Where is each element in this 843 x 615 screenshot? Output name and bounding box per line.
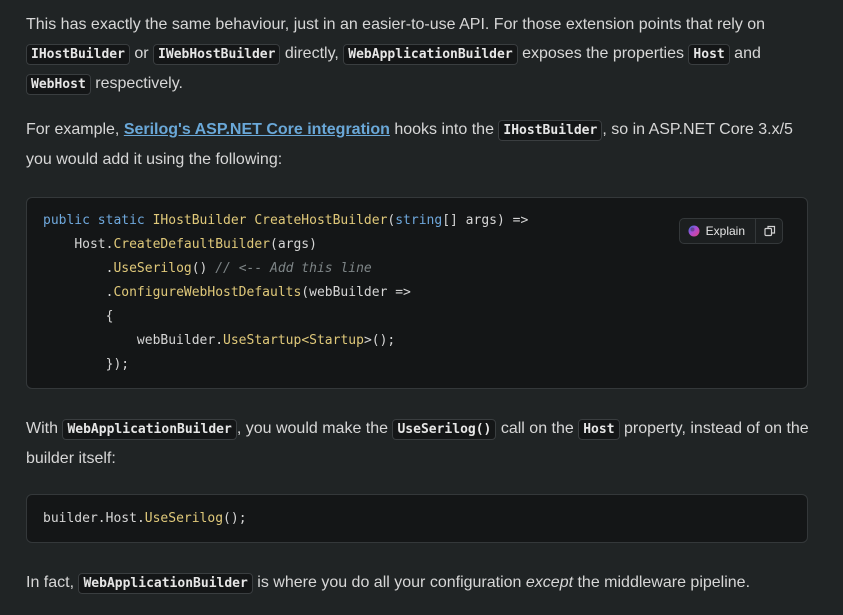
code-token: UseSerilog bbox=[113, 261, 192, 276]
code-content[interactable]: builder.Host.UseSerilog(); bbox=[43, 507, 247, 531]
code-block-host-builder[interactable]: public static IHostBuilder CreateHostBui… bbox=[26, 197, 808, 389]
code-token: webBuilder bbox=[136, 333, 216, 348]
code-token: (webBuilder => bbox=[301, 285, 411, 300]
inline-code-ihostbuilder: IHostBuilder bbox=[498, 120, 603, 141]
text: hooks into the bbox=[389, 121, 499, 138]
text: respectively. bbox=[90, 75, 183, 92]
text: This has exactly the same behaviour, jus… bbox=[26, 16, 766, 33]
inline-code-webhost: WebHost bbox=[26, 74, 91, 95]
paragraph-3: With WebApplicationBuilder, you would ma… bbox=[26, 414, 816, 473]
inline-code-webapplicationbuilder: WebApplicationBuilder bbox=[343, 44, 518, 65]
code-token: CreateDefaultBuilder bbox=[113, 237, 270, 252]
text: and bbox=[729, 45, 761, 62]
code-token: }); bbox=[105, 357, 130, 372]
code-token: { bbox=[105, 309, 114, 324]
text: is where you do all your configuration bbox=[252, 574, 526, 591]
code-token: () bbox=[191, 261, 216, 276]
code-token: string bbox=[395, 213, 443, 228]
text: , you would make the bbox=[236, 420, 393, 437]
code-token: . bbox=[215, 333, 224, 348]
code-token: Host bbox=[105, 511, 137, 526]
text: exposes the properties bbox=[517, 45, 689, 62]
text: In fact, bbox=[26, 574, 79, 591]
code-token: Host bbox=[74, 237, 106, 252]
text: or bbox=[129, 45, 154, 62]
code-token: . bbox=[136, 511, 145, 526]
text: the middleware pipeline. bbox=[573, 574, 751, 591]
code-token: builder bbox=[43, 511, 98, 526]
paragraph-2: For example, Serilog's ASP.NET Core inte… bbox=[26, 115, 816, 174]
code-token: (args) bbox=[270, 237, 317, 252]
inline-code-webapplicationbuilder: WebApplicationBuilder bbox=[78, 573, 253, 594]
code-toolbar: Explain bbox=[678, 218, 783, 244]
inline-code-useserilog: UseSerilog() bbox=[392, 419, 497, 440]
code-token: < bbox=[301, 333, 310, 348]
code-token: public bbox=[43, 213, 90, 228]
serilog-aspnetcore-link[interactable]: Serilog's ASP.NET Core integration bbox=[124, 121, 390, 138]
code-token: UseSerilog bbox=[144, 511, 224, 526]
text: For example, bbox=[26, 121, 124, 138]
code-token: Startup bbox=[309, 333, 364, 348]
code-token: UseStartup bbox=[223, 333, 302, 348]
code-token: static bbox=[97, 213, 145, 228]
code-token: (); bbox=[223, 511, 247, 526]
text: directly, bbox=[280, 45, 344, 62]
code-token: [] args) => bbox=[442, 213, 529, 228]
copy-icon[interactable] bbox=[764, 225, 776, 237]
code-token: ConfigureWebHostDefaults bbox=[113, 285, 302, 300]
code-token: >(); bbox=[363, 333, 396, 348]
text: With bbox=[26, 420, 63, 437]
inline-code-iwebhostbuilder: IWebHostBuilder bbox=[153, 44, 281, 65]
code-block-builder-host[interactable]: builder.Host.UseSerilog(); bbox=[26, 494, 808, 543]
ai-sparkle-icon bbox=[688, 225, 700, 237]
emphasis-except: except bbox=[525, 574, 574, 591]
text: call on the bbox=[496, 420, 579, 437]
paragraph-4: In fact, WebApplicationBuilder is where … bbox=[26, 568, 816, 598]
code-token: IHostBuilder bbox=[152, 213, 247, 228]
explain-button[interactable]: Explain bbox=[706, 218, 745, 244]
inline-code-host: Host bbox=[578, 419, 620, 440]
inline-code-webapplicationbuilder: WebApplicationBuilder bbox=[62, 419, 237, 440]
inline-code-host: Host bbox=[688, 44, 730, 65]
code-token: CreateHostBuilder bbox=[254, 213, 388, 228]
code-content[interactable]: public static IHostBuilder CreateHostBui… bbox=[43, 209, 528, 377]
code-token: . bbox=[97, 511, 106, 526]
toolbar-divider bbox=[755, 218, 756, 244]
code-comment: // <-- Add this line bbox=[215, 261, 372, 276]
paragraph-1: This has exactly the same behaviour, jus… bbox=[26, 10, 816, 99]
inline-code-ihostbuilder: IHostBuilder bbox=[26, 44, 130, 65]
